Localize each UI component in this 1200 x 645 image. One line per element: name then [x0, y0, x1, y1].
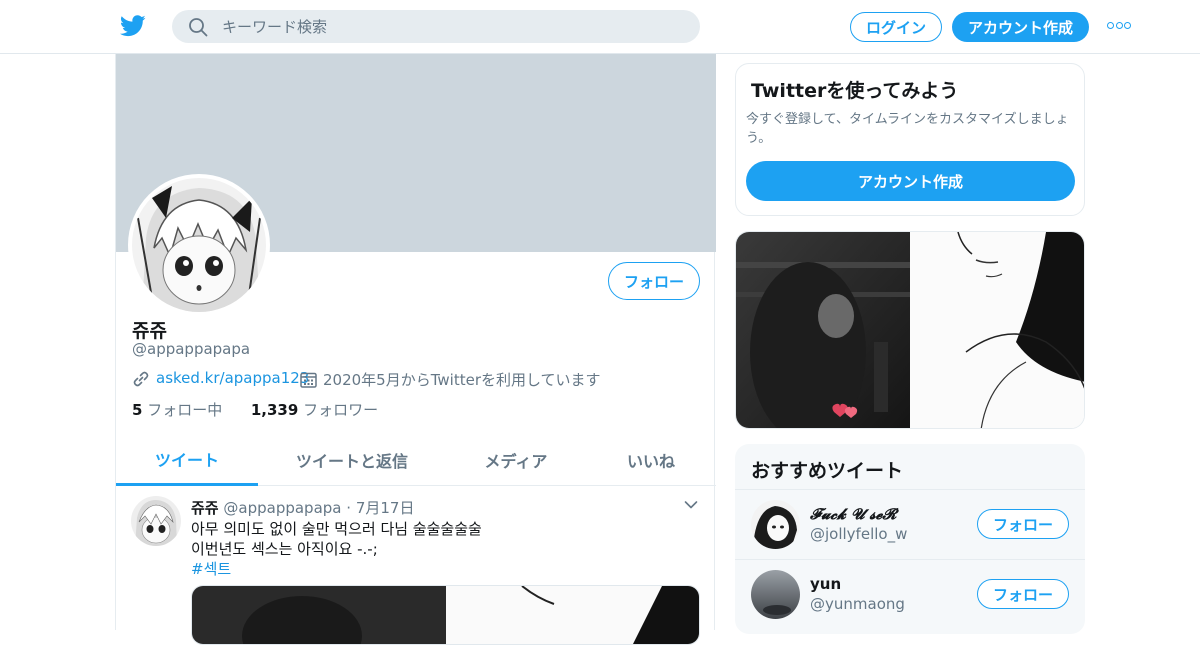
follow-button[interactable]: フォロー	[977, 579, 1069, 609]
signup-card: Twitterを使ってみよう 今すぐ登録して、タイムラインをカスタマイズしましょ…	[735, 63, 1085, 216]
media-preview-image	[736, 232, 1084, 428]
follow-button[interactable]: フォロー	[977, 509, 1069, 539]
tweet-header: 쥬쥬 @appappapapa · 7月17日	[191, 497, 414, 518]
link-icon	[133, 371, 149, 387]
recommended-account[interactable]: yun @yunmaong フォロー	[735, 559, 1085, 629]
media-preview-card[interactable]	[735, 231, 1085, 429]
followers-count: 1,339	[250, 401, 299, 419]
tweet-date[interactable]: 7月17日	[356, 499, 415, 517]
profile-avatar[interactable]	[128, 174, 270, 316]
tweet-separator: ·	[346, 499, 352, 517]
tab-media[interactable]: メディア	[456, 434, 576, 486]
tweet-text-line-1: 아무 의미도 없이 술만 먹으러 다님 술술술술술	[191, 520, 482, 538]
recommended-avatar-illustration	[751, 570, 800, 619]
tweet-avatar-illustration	[131, 496, 181, 546]
login-button[interactable]: ログイン	[850, 12, 942, 42]
profile-display-name: 쥬쥬	[132, 320, 167, 342]
tweet-avatar[interactable]	[131, 496, 181, 546]
profile-column: フォロー 쥬쥬 @appappapapa asked.kr/apappa123 …	[115, 54, 716, 645]
recommended-account[interactable]: 𝓕𝓾𝓬𝓴 𝓤 𝓼𝓮𝓡 @jollyfello_w フォロー	[735, 489, 1085, 559]
recommended-avatar[interactable]	[751, 570, 800, 619]
recommended-handle: @yunmaong	[810, 595, 905, 613]
tab-tweets-and-replies[interactable]: ツイートと返信	[266, 434, 438, 486]
tweet-text-line-2: 이번년도 섹스는 아직이요 -.-;	[191, 540, 378, 558]
signup-card-description: 今すぐ登録して、タイムラインをカスタマイズしましょう。	[746, 112, 1069, 146]
tab-tweets[interactable]: ツイート	[116, 434, 258, 486]
recommended-name[interactable]: yun	[810, 575, 841, 593]
top-navigation-bar: ログイン アカウント作成	[0, 0, 1200, 54]
following-link[interactable]: 5 フォロー中	[132, 401, 222, 419]
tweet-media-image	[192, 586, 699, 644]
tweet-hashtag[interactable]: #섹트	[191, 558, 231, 579]
recommended-avatar-illustration	[751, 500, 800, 549]
tweet-media[interactable]	[191, 585, 700, 645]
following-label: フォロー中	[147, 401, 223, 419]
recommended-name[interactable]: 𝓕𝓾𝓬𝓴 𝓤 𝓼𝓮𝓡	[810, 505, 896, 523]
recommended-tweets-card: おすすめツイート 𝓕𝓾𝓬𝓴 𝓤 𝓼𝓮𝓡 @jollyfello_w フォロー y…	[735, 444, 1085, 634]
follow-button[interactable]: フォロー	[608, 262, 700, 300]
tweet-item[interactable]: 쥬쥬 @appappapapa · 7月17日 아무 의미도 없이 술만 먹으러…	[116, 486, 716, 645]
profile-handle: @appappapapa	[132, 340, 251, 358]
recommended-avatar[interactable]	[751, 500, 800, 549]
profile-stats: 5 フォロー中 1,339 フォロワー	[132, 399, 378, 420]
avatar-illustration	[132, 178, 266, 312]
recommended-handle: @jollyfello_w	[810, 525, 908, 543]
search-input[interactable]	[222, 10, 682, 43]
followers-label: フォロワー	[303, 401, 379, 419]
chevron-down-icon[interactable]	[684, 500, 698, 510]
tweet-author-handle[interactable]: @appappapapa	[223, 499, 341, 517]
followers-link[interactable]: 1,339 フォロワー	[251, 401, 378, 419]
search-box[interactable]	[172, 10, 700, 43]
profile-website-link[interactable]: asked.kr/apappa123	[156, 369, 309, 387]
following-count: 5	[132, 401, 143, 419]
recommended-title: おすすめツイート	[751, 460, 904, 482]
signup-card-button[interactable]: アカウント作成	[746, 161, 1075, 201]
twitter-bird-icon[interactable]	[120, 14, 146, 38]
profile-tabs: ツイート ツイートと返信 メディア いいね	[116, 434, 716, 486]
tab-likes[interactable]: いいね	[596, 434, 706, 486]
tweet-author-name[interactable]: 쥬쥬	[191, 499, 219, 517]
more-dots-icon[interactable]	[1107, 22, 1131, 30]
signup-button[interactable]: アカウント作成	[952, 12, 1089, 42]
search-icon	[189, 18, 208, 37]
signup-card-title: Twitterを使ってみよう	[751, 80, 959, 102]
calendar-icon	[300, 372, 317, 388]
profile-join-date: 2020年5月からTwitterを利用しています	[323, 371, 601, 389]
